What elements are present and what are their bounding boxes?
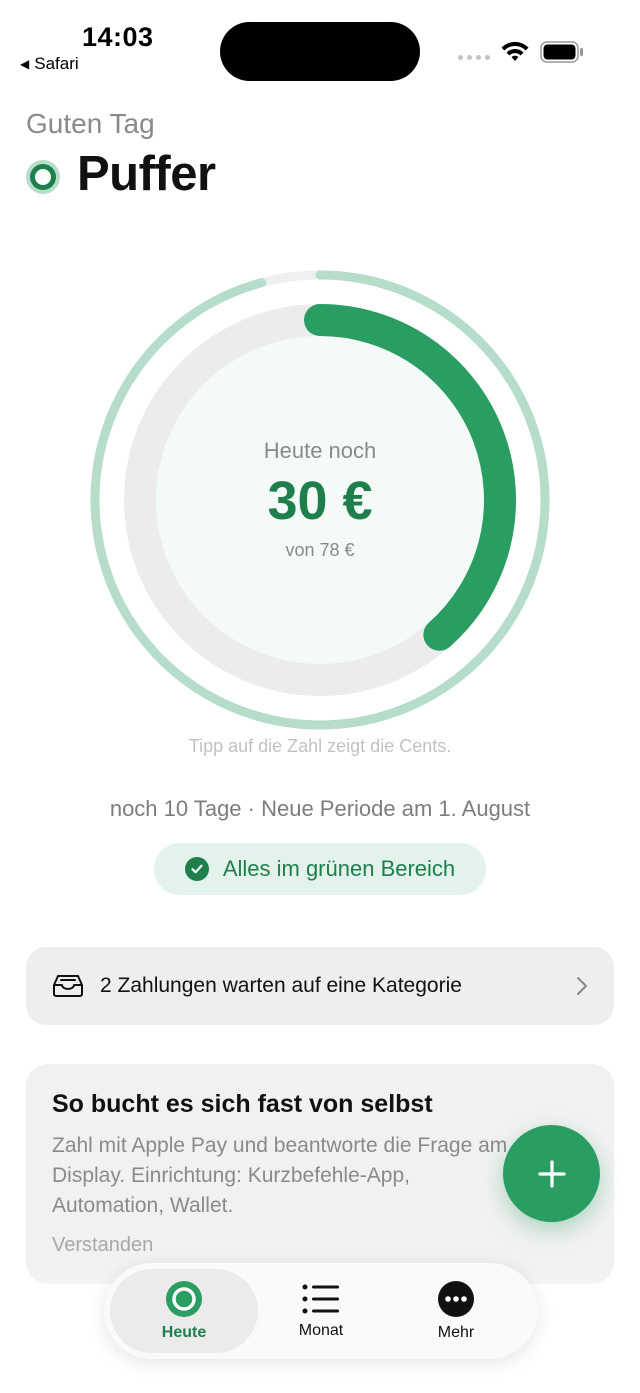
tab-mehr[interactable]: Mehr bbox=[382, 1269, 530, 1353]
cellular-signal-icon bbox=[458, 55, 490, 60]
back-app-label: Safari bbox=[34, 54, 79, 73]
battery-icon bbox=[540, 41, 583, 63]
tab-label: Monat bbox=[298, 1322, 344, 1339]
tray-icon bbox=[53, 975, 83, 997]
info-card-body: Zahl mit Apple Pay und beantworte die Fr… bbox=[52, 1134, 508, 1217]
total-amount: von 78 € bbox=[285, 540, 355, 560]
back-to-app-link[interactable]: ◀ Safari bbox=[20, 54, 79, 74]
tip-text: Tipp auf die Zahl zeigt die Cents. bbox=[188, 736, 452, 756]
app-title: Puffer bbox=[77, 147, 216, 201]
status-badge: Alles im grünen Bereich bbox=[154, 843, 486, 895]
status-text: Alles im grünen Bereich bbox=[222, 856, 456, 881]
tab-label: Heute bbox=[161, 1324, 207, 1341]
dynamic-island bbox=[220, 22, 420, 81]
add-payment-button[interactable] bbox=[503, 1125, 600, 1222]
period-text: noch 10 Tage · Neue Periode am 1. August bbox=[109, 796, 531, 821]
status-time: 14:03 bbox=[82, 22, 154, 52]
puffer-logo-icon bbox=[26, 160, 60, 194]
wifi-icon bbox=[501, 41, 529, 61]
tab-heute[interactable]: Heute bbox=[110, 1269, 258, 1353]
tab-bar: Heute Monat Mehr bbox=[104, 1263, 538, 1359]
back-arrow-icon: ◀ bbox=[20, 57, 30, 71]
tab-label: Mehr bbox=[437, 1324, 475, 1341]
pending-payments-card[interactable]: 2 Zahlungen warten auf eine Kategorie bbox=[26, 947, 614, 1025]
remaining-amount[interactable]: 30 € bbox=[0, 470, 640, 532]
greeting-text: Guten Tag bbox=[26, 108, 155, 139]
info-card-title: So bucht es sich fast von selbst bbox=[52, 1090, 433, 1118]
dismiss-button[interactable]: Verstanden bbox=[52, 1234, 153, 1257]
ring-label: Heute noch bbox=[263, 438, 377, 463]
chevron-right-icon bbox=[577, 977, 587, 995]
list-icon bbox=[302, 1284, 339, 1314]
check-circle-icon bbox=[184, 857, 209, 881]
plus-icon bbox=[537, 1159, 566, 1188]
more-icon bbox=[438, 1281, 474, 1317]
ring-icon bbox=[166, 1281, 202, 1317]
pending-payments-text: 2 Zahlungen warten auf eine Kategorie bbox=[100, 974, 462, 997]
tab-monat[interactable]: Monat bbox=[247, 1269, 395, 1353]
